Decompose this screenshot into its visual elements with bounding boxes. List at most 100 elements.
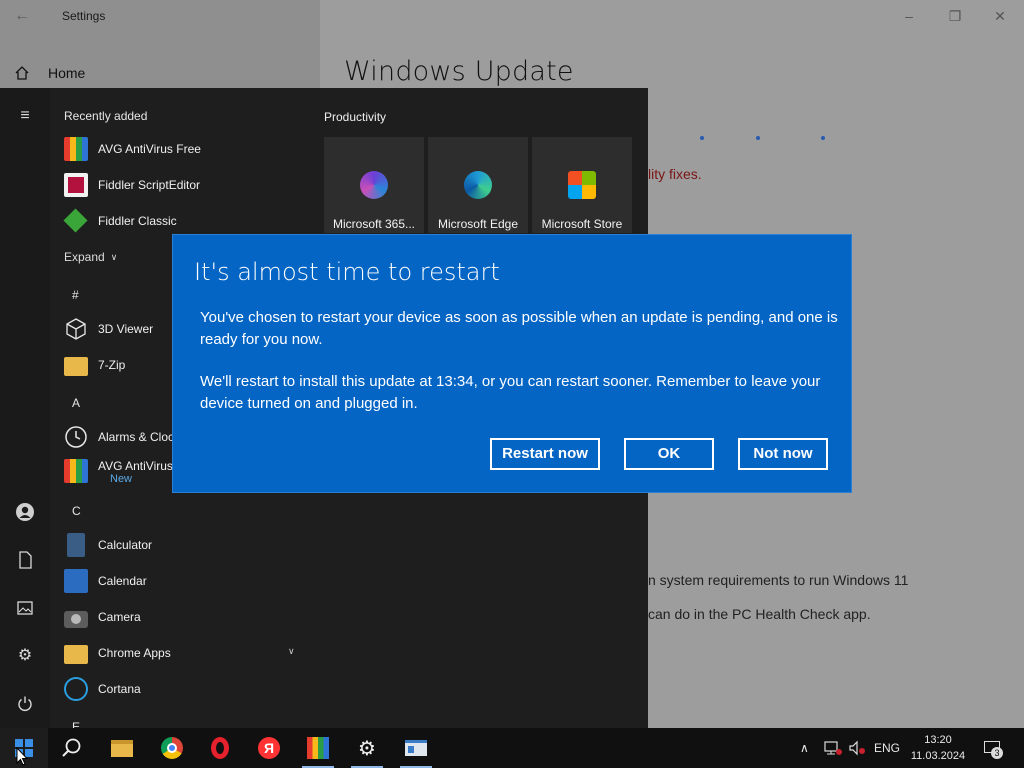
expand-button[interactable]: Expand ∨: [64, 242, 117, 272]
folder-icon: [64, 357, 88, 376]
ok-button[interactable]: OK: [624, 438, 714, 470]
section-header-e[interactable]: E: [72, 720, 80, 728]
app-calculator[interactable]: Calculator: [64, 530, 152, 560]
edge-icon: [464, 171, 492, 199]
fiddler-scripteditor-icon: [64, 173, 88, 197]
app-chrome-apps[interactable]: Chrome Apps ∨: [64, 638, 304, 668]
start-rail: ≡ ⚙: [0, 88, 50, 728]
app-label: 7-Zip: [98, 358, 126, 372]
settings-gear-icon: ⚙: [358, 737, 376, 760]
health-check-text[interactable]: can do in the PC Health Check app.: [648, 606, 871, 622]
app-cortana[interactable]: Cortana: [64, 674, 141, 704]
network-icon[interactable]: [824, 728, 842, 768]
progress-dot: [821, 136, 825, 140]
app-3d-viewer[interactable]: 3D Viewer: [64, 314, 153, 344]
app-label: Calculator: [98, 538, 153, 552]
yandex-browser-button[interactable]: Я: [245, 728, 293, 768]
new-badge: New: [110, 473, 133, 485]
notification-count: 3: [991, 747, 1003, 759]
expand-label: Expand: [64, 250, 105, 264]
tile-label: Microsoft Edge: [437, 217, 519, 231]
chrome-button[interactable]: [148, 728, 196, 768]
app-fiddler-classic[interactable]: Fiddler Classic: [63, 206, 177, 236]
app-camera[interactable]: Camera: [64, 602, 141, 632]
3d-viewer-icon: [66, 318, 86, 340]
window-app-icon: [405, 740, 427, 756]
app-avg-antivirus[interactable]: AVG AntiVirus New: [64, 458, 173, 488]
clock-time: 13:20: [924, 734, 952, 746]
app-label: Fiddler Classic: [98, 214, 177, 228]
nav-home-label: Home: [48, 65, 86, 81]
app-label: Camera: [98, 610, 141, 624]
input-language[interactable]: ENG: [874, 728, 900, 768]
app-alarms-clock[interactable]: Alarms & Cloc: [64, 422, 174, 452]
calculator-icon: [67, 533, 85, 557]
camera-icon: [64, 610, 88, 628]
app-calendar[interactable]: Calendar: [64, 566, 147, 596]
tiles-group-header: Productivity: [324, 110, 387, 124]
title-bar: ← Settings – ❐ ✕: [0, 0, 1024, 32]
settings-taskbar-button[interactable]: ⚙: [343, 728, 391, 768]
progress-dot: [756, 136, 760, 140]
chevron-down-icon: ∨: [288, 646, 295, 656]
file-explorer-icon: [111, 739, 133, 757]
dialog-message: You've chosen to restart your device as …: [200, 309, 838, 348]
tile-label: Microsoft 365...: [332, 217, 416, 231]
restore-icon[interactable]: ❐: [945, 6, 965, 26]
not-now-button[interactable]: Not now: [738, 438, 828, 470]
yandex-icon: Я: [258, 737, 280, 759]
app-label: Chrome Apps: [98, 646, 171, 660]
avg-icon: [307, 737, 329, 759]
home-icon: [15, 66, 29, 80]
search-button[interactable]: [48, 728, 96, 768]
tile-microsoft-store[interactable]: Microsoft Store: [532, 137, 632, 233]
nav-home[interactable]: Home: [14, 62, 85, 84]
file-explorer-button[interactable]: [98, 728, 146, 768]
app-7zip[interactable]: 7-Zip: [64, 350, 125, 380]
alarm-clock-icon: [65, 426, 87, 448]
mouse-cursor-icon: [16, 747, 28, 766]
search-icon: [62, 738, 81, 757]
chevron-down-icon: ∨: [110, 251, 118, 262]
calendar-icon: [64, 569, 88, 593]
progress-dot: [700, 136, 704, 140]
action-center-button[interactable]: 3: [982, 728, 1004, 768]
app-taskbar-button[interactable]: [392, 728, 440, 768]
volume-muted-icon[interactable]: [848, 728, 866, 768]
pictures-icon[interactable]: [15, 598, 35, 618]
app-label: Alarms & Cloc: [98, 430, 175, 444]
microsoft-365-icon: [360, 171, 388, 199]
requirements-text: n system requirements to run Windows 11: [648, 572, 909, 588]
settings-gear-icon[interactable]: ⚙: [15, 646, 35, 666]
section-header-c[interactable]: C: [72, 504, 81, 518]
user-account-icon[interactable]: [15, 502, 35, 522]
chevron-up-icon: ∧: [800, 741, 809, 755]
back-arrow-icon[interactable]: ←: [14, 6, 34, 26]
avg-icon: [64, 137, 88, 161]
app-label: AVG AntiVirus Free: [98, 142, 201, 156]
chrome-icon: [161, 737, 183, 759]
hamburger-menu-icon[interactable]: ≡: [15, 106, 35, 126]
restart-now-button[interactable]: Restart now: [490, 438, 600, 470]
app-fiddler-scripteditor[interactable]: Fiddler ScriptEditor: [64, 170, 200, 200]
documents-icon[interactable]: [15, 550, 35, 570]
opera-icon: [211, 737, 229, 759]
tile-microsoft-365[interactable]: Microsoft 365...: [324, 137, 424, 233]
minimize-icon[interactable]: –: [899, 6, 919, 26]
section-header-hash[interactable]: #: [72, 288, 79, 302]
opera-button[interactable]: [196, 728, 244, 768]
app-avg-antivirus-free[interactable]: AVG AntiVirus Free: [64, 134, 201, 164]
show-hidden-icons-button[interactable]: ∧: [800, 728, 809, 768]
close-icon[interactable]: ✕: [990, 6, 1010, 26]
power-icon[interactable]: [15, 694, 35, 714]
restart-dialog: It's almost time to restart You've chose…: [172, 234, 852, 493]
taskbar: Я ⚙ ∧ ENG 13:20 11.03.2024 3: [0, 728, 1024, 768]
tile-microsoft-edge[interactable]: Microsoft Edge: [428, 137, 528, 233]
folder-icon: [64, 645, 88, 664]
app-label: Calendar: [98, 574, 147, 588]
avg-taskbar-button[interactable]: [294, 728, 342, 768]
dialog-schedule-message: We'll restart to install this update at …: [200, 373, 821, 412]
cortana-icon: [64, 677, 88, 701]
section-header-a[interactable]: A: [72, 396, 80, 410]
clock[interactable]: 13:20 11.03.2024: [908, 732, 968, 764]
